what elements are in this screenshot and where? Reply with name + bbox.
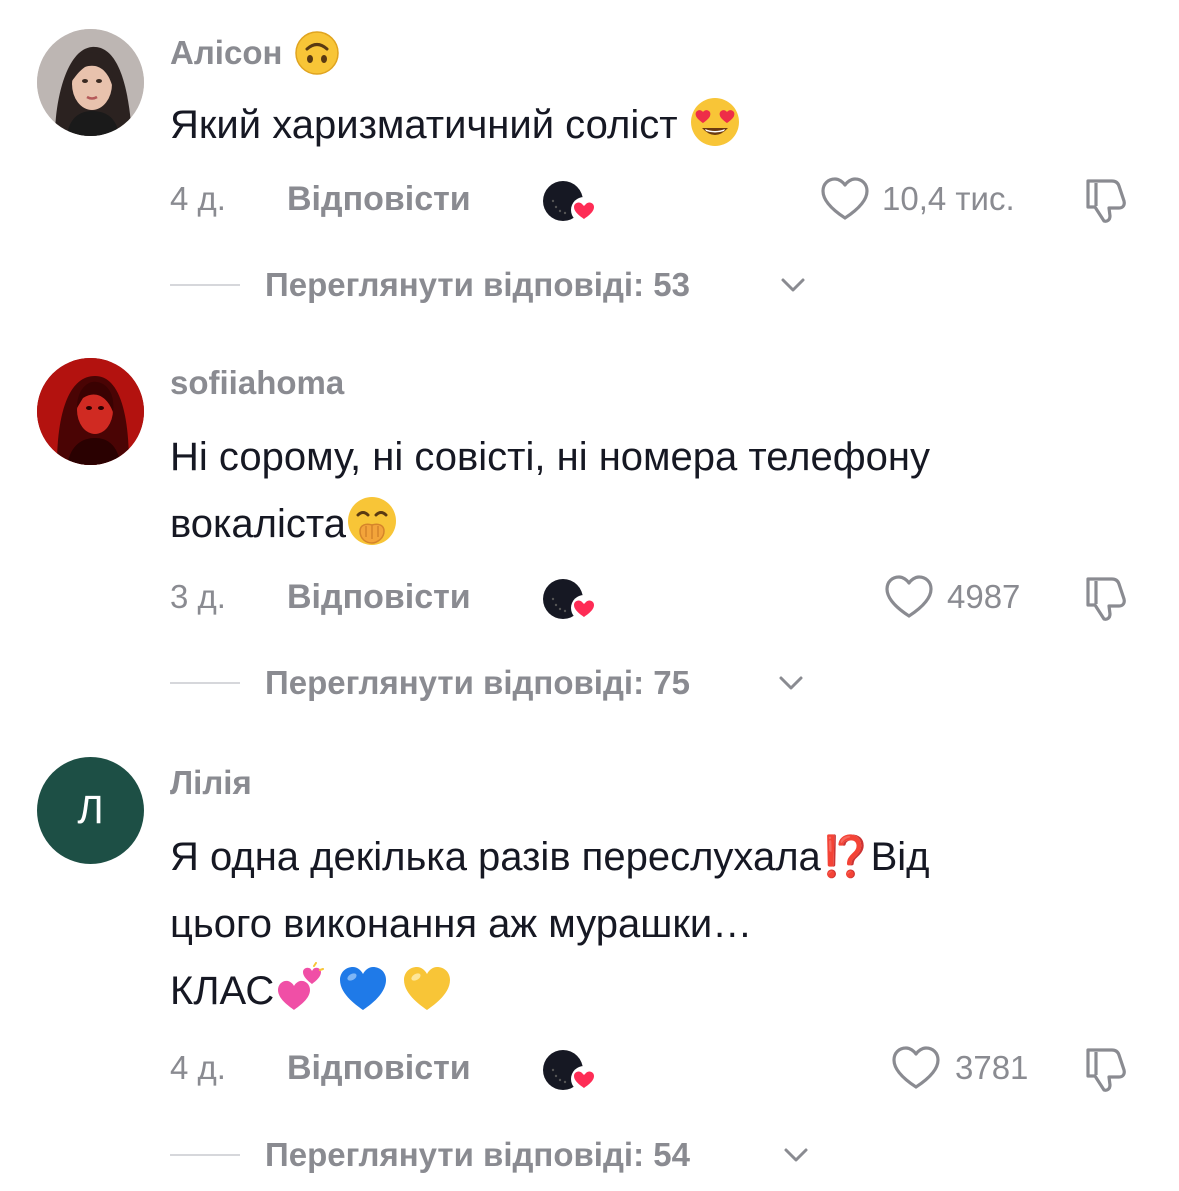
comment-meta: 4 д. Відповісти 10,4 тис. <box>0 174 1179 224</box>
avatar[interactable]: Л <box>37 757 144 864</box>
blue-heart-icon <box>337 962 389 1014</box>
two-hearts-icon <box>274 962 326 1014</box>
comment-text-line: Я одна декілька разів переслухала⁉️Від <box>170 835 930 879</box>
replies-divider <box>170 1154 240 1156</box>
avatar-letter: Л <box>77 788 104 832</box>
comment-text-content: Який харизматичний соліст <box>170 103 678 147</box>
avatar[interactable] <box>37 29 144 136</box>
comment-text-line: КЛАС <box>170 969 275 1013</box>
creator-liked-icon <box>541 1046 603 1096</box>
view-replies-link[interactable]: Переглянути відповіді: 53 <box>265 260 690 310</box>
comment-text-line: вокаліста <box>170 502 347 546</box>
reply-button[interactable]: Відповісти <box>287 572 471 622</box>
comment-time: 4 д. <box>170 1049 226 1086</box>
like-count: 10,4 тис. <box>882 180 1015 217</box>
like-count: 3781 <box>955 1049 1029 1086</box>
comment-time: 4 д. <box>170 180 226 217</box>
upside-down-face-icon <box>294 30 340 76</box>
avatar-photo <box>37 29 144 136</box>
comment-meta: 4 д. Відповісти 3781 <box>0 1043 1179 1093</box>
comment-text: Я одна декілька разів переслухала⁉️Від ц… <box>170 824 1070 1025</box>
replies-divider <box>170 284 240 286</box>
like-count: 4987 <box>947 578 1021 615</box>
username-text: sofiiahoma <box>170 364 345 401</box>
comment-username[interactable]: Алісон <box>170 30 340 76</box>
chevron-down-icon <box>778 672 804 694</box>
comment-time: 3 д. <box>170 578 226 615</box>
avatar-photo <box>37 358 144 465</box>
comments-list: Алісон Який харизматичний соліст 4 д. Ві… <box>0 0 1179 1191</box>
dislike-icon[interactable] <box>1080 175 1130 225</box>
view-replies-row[interactable]: Переглянути відповіді: 75 <box>0 658 1179 708</box>
creator-liked-icon <box>541 177 603 227</box>
view-replies-row[interactable]: Переглянути відповіді: 53 <box>0 260 1179 310</box>
yellow-heart-icon <box>401 962 453 1014</box>
chevron-down-icon <box>780 274 806 296</box>
heart-eyes-face-icon <box>689 96 741 148</box>
view-replies-link[interactable]: Переглянути відповіді: 54 <box>265 1130 690 1180</box>
comment-username[interactable]: sofiiahoma <box>170 364 344 402</box>
dislike-icon[interactable] <box>1080 573 1130 623</box>
avatar[interactable] <box>37 358 144 465</box>
creator-liked-icon <box>541 575 603 625</box>
reply-button[interactable]: Відповісти <box>287 1043 471 1093</box>
like-heart-icon[interactable] <box>891 1045 941 1091</box>
reply-button[interactable]: Відповісти <box>287 174 471 224</box>
like-heart-icon[interactable] <box>884 574 934 620</box>
comment-username[interactable]: Лілія <box>170 764 252 802</box>
view-replies-row[interactable]: Переглянути відповіді: 54 <box>0 1130 1179 1180</box>
hand-over-mouth-face-icon <box>346 495 398 547</box>
comment-text-line: Ні сорому, ні совісті, ні номера телефон… <box>170 435 930 479</box>
replies-divider <box>170 682 240 684</box>
comment-meta: 3 д. Відповісти 4987 <box>0 572 1179 622</box>
like-heart-icon[interactable] <box>820 176 870 222</box>
username-text: Лілія <box>170 764 252 801</box>
dislike-icon[interactable] <box>1080 1044 1130 1094</box>
comment-text: Який харизматичний соліст <box>170 92 1070 159</box>
comment-text-line: цього виконання аж мурашки… <box>170 902 753 946</box>
username-text: Алісон <box>170 34 283 71</box>
chevron-down-icon <box>783 1144 809 1166</box>
view-replies-link[interactable]: Переглянути відповіді: 75 <box>265 658 690 708</box>
comment-text: Ні сорому, ні совісті, ні номера телефон… <box>170 424 1070 558</box>
